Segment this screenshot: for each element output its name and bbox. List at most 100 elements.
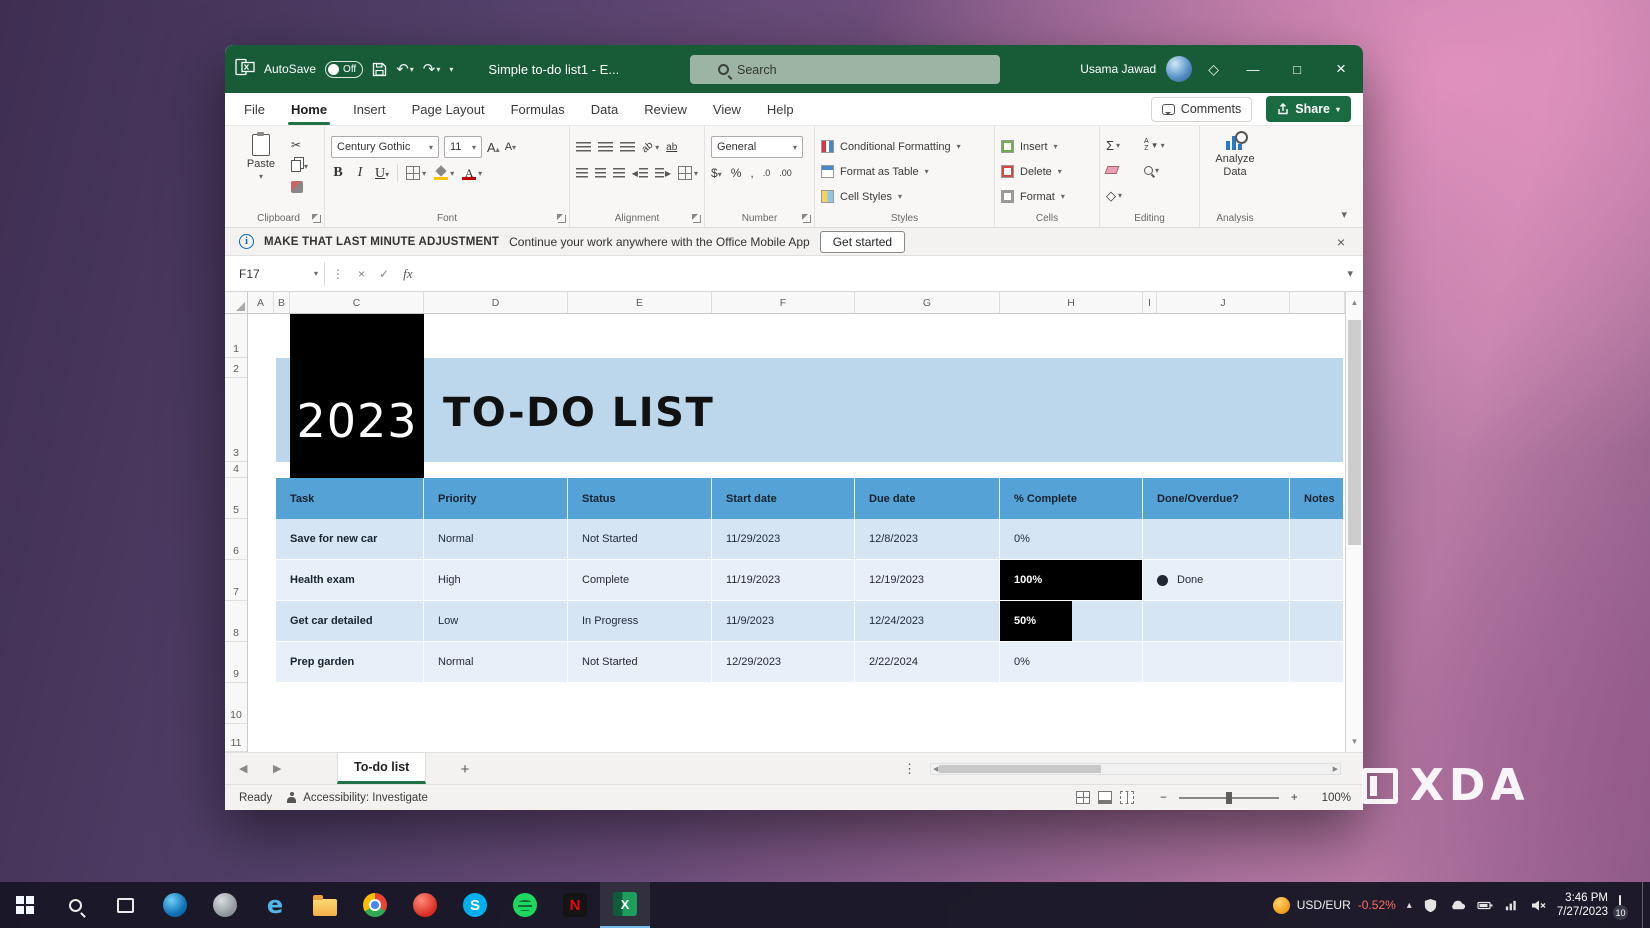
tab-data[interactable]: Data — [578, 93, 631, 125]
scroll-up-icon[interactable]: ▲ — [1346, 298, 1363, 307]
comments-button[interactable]: Comments — [1151, 97, 1252, 122]
tab-page-layout[interactable]: Page Layout — [399, 93, 498, 125]
expand-formula-bar-chevron-icon[interactable]: ▾ — [1337, 267, 1363, 280]
taskbar-excel[interactable]: X — [600, 882, 650, 928]
format-as-table-button[interactable]: Format as Table ▾ — [821, 159, 988, 184]
autosum-button[interactable]: Σ▾ — [1106, 134, 1144, 156]
decrease-indent-icon[interactable]: ◀ — [632, 168, 648, 179]
task-cell[interactable]: Health exam — [276, 560, 424, 600]
font-name-select[interactable]: Century Gothic ▾ — [331, 136, 439, 158]
done-cell[interactable] — [1143, 519, 1290, 559]
due-date-cell[interactable]: 12/24/2023 — [855, 601, 1000, 641]
zoom-level[interactable]: 100% — [1322, 792, 1351, 804]
align-top-icon[interactable] — [576, 142, 591, 153]
collapse-ribbon-chevron-icon[interactable]: ▾ — [1341, 208, 1347, 221]
defender-icon[interactable] — [1423, 898, 1438, 913]
new-sheet-button[interactable]: + — [455, 759, 475, 779]
priority-cell[interactable]: Normal — [424, 519, 568, 559]
taskbar-ie[interactable]: e — [250, 882, 300, 928]
font-color-button[interactable]: A▾ — [462, 166, 482, 180]
wrap-text-button[interactable]: ab — [666, 142, 677, 153]
priority-cell[interactable]: High — [424, 560, 568, 600]
task-cell[interactable]: Prep garden — [276, 642, 424, 682]
align-middle-icon[interactable] — [598, 142, 613, 153]
decrease-font-size-button[interactable]: A▾ — [505, 141, 516, 153]
analyze-data-button[interactable]: Analyze Data — [1200, 132, 1270, 209]
number-format-select[interactable]: General ▾ — [711, 136, 803, 158]
select-all-corner[interactable] — [225, 292, 248, 314]
header-notes[interactable]: Notes — [1290, 478, 1343, 519]
taskbar-file-explorer[interactable] — [300, 882, 350, 928]
priority-cell[interactable]: Normal — [424, 642, 568, 682]
horizontal-scrollbar[interactable]: ◀ ▶ — [930, 763, 1341, 775]
done-cell[interactable]: Done — [1143, 560, 1290, 600]
task-view-button[interactable] — [100, 882, 150, 928]
tab-formulas[interactable]: Formulas — [498, 93, 578, 125]
due-date-cell[interactable]: 2/22/2024 — [855, 642, 1000, 682]
decrease-decimal-button[interactable]: .00 — [779, 168, 792, 178]
header-start-date[interactable]: Start date — [712, 478, 855, 519]
task-cell[interactable]: Get car detailed — [276, 601, 424, 641]
status-cell[interactable]: Complete — [568, 560, 712, 600]
row-header-8[interactable]: 8 — [225, 601, 247, 642]
complete-cell[interactable]: 0% — [1000, 519, 1143, 559]
save-icon[interactable] — [372, 62, 387, 77]
header-task[interactable]: Task — [276, 478, 424, 519]
action-center-button[interactable]: 10 — [1619, 896, 1621, 914]
notes-cell[interactable] — [1290, 601, 1343, 641]
header-priority[interactable]: Priority — [424, 478, 568, 519]
hidden-icons-chevron-icon[interactable]: ▴ — [1407, 900, 1412, 911]
number-dialog-launcher-icon[interactable] — [803, 215, 811, 223]
year-cell[interactable]: 2023 — [290, 314, 424, 478]
column-header-e[interactable]: E — [568, 292, 712, 313]
row-header-6[interactable]: 6 — [225, 519, 247, 560]
battery-icon[interactable] — [1477, 898, 1493, 913]
row-header-2[interactable]: 2 — [225, 358, 247, 378]
notes-cell[interactable] — [1290, 560, 1343, 600]
complete-cell[interactable]: 50% — [1000, 601, 1143, 641]
taskbar-app-gray[interactable] — [200, 882, 250, 928]
maximize-button[interactable]: □ — [1275, 45, 1319, 93]
tab-review[interactable]: Review — [631, 93, 700, 125]
align-left-icon[interactable] — [576, 168, 588, 179]
cut-button[interactable]: ✂ — [291, 137, 308, 153]
share-button[interactable]: Share ▾ — [1266, 96, 1351, 122]
column-header-d[interactable]: D — [424, 292, 568, 313]
increase-font-size-button[interactable]: A▴ — [487, 140, 500, 155]
normal-view-button[interactable] — [1076, 791, 1090, 804]
close-button[interactable]: × — [1319, 45, 1363, 93]
font-dialog-launcher-icon[interactable] — [558, 215, 566, 223]
zoom-slider-thumb[interactable] — [1226, 792, 1232, 804]
column-header-f[interactable]: F — [712, 292, 855, 313]
undo-button[interactable]: ↶▾ — [396, 60, 414, 78]
insert-cells-button[interactable]: Insert ▾ — [1001, 134, 1093, 159]
zoom-out-button[interactable]: − — [1160, 792, 1167, 804]
formula-bar-drag-icon[interactable]: ⋮ — [325, 267, 351, 281]
paste-button[interactable]: Paste ▾ — [239, 134, 283, 181]
avatar[interactable] — [1166, 56, 1192, 82]
header-due-date[interactable]: Due date — [855, 478, 1000, 519]
cell-styles-button[interactable]: Cell Styles ▾ — [821, 184, 988, 209]
rewards-gem-icon[interactable]: ◇ — [1208, 61, 1219, 78]
column-header-g[interactable]: G — [855, 292, 1000, 313]
status-cell[interactable]: Not Started — [568, 642, 712, 682]
autosave-toggle[interactable]: Off — [325, 61, 363, 78]
row-header-10[interactable]: 10 — [225, 683, 247, 724]
format-cells-button[interactable]: Format ▾ — [1001, 184, 1093, 209]
tab-help[interactable]: Help — [754, 93, 807, 125]
taskbar-netflix[interactable]: N — [550, 882, 600, 928]
taskbar-edge-browser[interactable] — [150, 882, 200, 928]
taskbar-search-button[interactable] — [50, 882, 100, 928]
sort-filter-button[interactable]: AZ▼▾ — [1144, 134, 1182, 156]
start-date-cell[interactable]: 11/29/2023 — [712, 519, 855, 559]
format-painter-button[interactable] — [291, 179, 308, 195]
start-button[interactable] — [0, 882, 50, 928]
column-header-i[interactable]: I — [1143, 292, 1157, 313]
tab-view[interactable]: View — [700, 93, 754, 125]
status-cell[interactable]: Not Started — [568, 519, 712, 559]
column-header-h[interactable]: H — [1000, 292, 1143, 313]
row-header-1[interactable]: 1 — [225, 314, 247, 358]
row-header-3[interactable]: 3 — [225, 378, 247, 462]
sheet-body[interactable]: 2023 TO-DO LIST Task Priority Status Sta… — [248, 314, 1345, 752]
volume-muted-icon[interactable] — [1530, 898, 1546, 913]
